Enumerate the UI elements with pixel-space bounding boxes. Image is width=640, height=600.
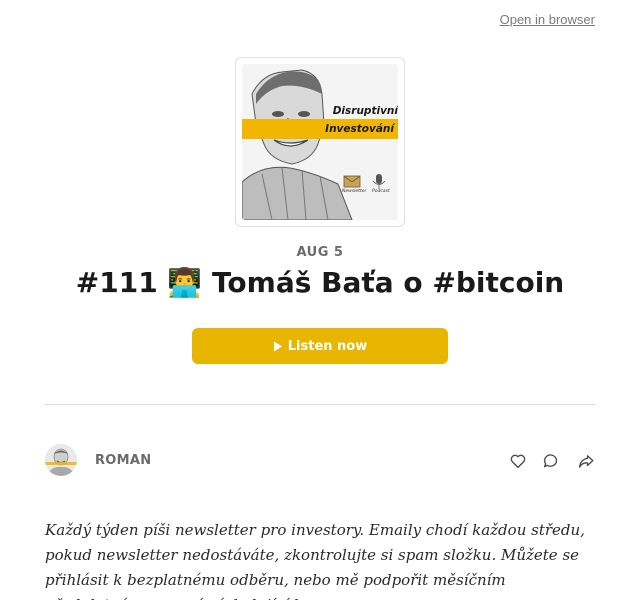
podcast-cover-image: Disruptivní Investování Newsletter Podca…: [242, 64, 398, 220]
post-title: #111 👨‍💻 Tomáš Baťa o #bitcoin: [75, 266, 565, 299]
author-name[interactable]: ROMAN: [95, 453, 151, 468]
comment-icon[interactable]: [542, 452, 560, 470]
listen-now-button[interactable]: Listen now: [192, 328, 448, 364]
heart-icon[interactable]: [509, 452, 527, 470]
cover-newsletter-label: Newsletter: [342, 189, 367, 194]
post-body-text: Každý týden píši newsletter pro investor…: [45, 521, 585, 600]
share-icon[interactable]: [577, 452, 595, 470]
open-in-browser-link[interactable]: Open in browser: [500, 12, 595, 27]
cover-title-band: Investování: [242, 119, 398, 139]
avatar[interactable]: [45, 444, 77, 476]
cover-title-line1: Disruptivní: [332, 105, 398, 117]
cover-title-line2: Investování: [325, 123, 394, 135]
content-divider: [45, 404, 595, 405]
podcast-cover-frame: Disruptivní Investování Newsletter Podca…: [235, 57, 405, 227]
post-date: AUG 5: [296, 245, 344, 260]
listen-now-label: Listen now: [287, 338, 368, 354]
play-icon: [273, 341, 282, 351]
cover-portrait-illustration: [242, 64, 398, 220]
cover-podcast-label: Podcast: [372, 189, 390, 194]
author-row: ROMAN: [45, 444, 595, 478]
avatar-portrait-icon: [45, 444, 77, 476]
